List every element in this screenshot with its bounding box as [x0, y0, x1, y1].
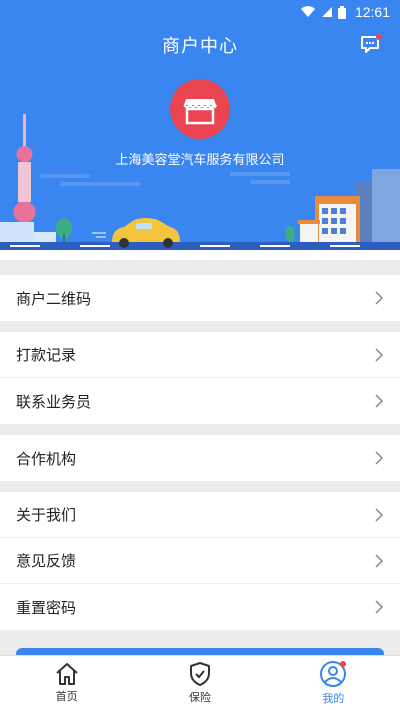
menu-item-merchant-qrcode[interactable]: 商户二维码 [0, 275, 400, 321]
menu-item-contact-salesperson[interactable]: 联系业务员 [0, 378, 400, 424]
message-button[interactable] [360, 34, 384, 56]
menu-item-payment-records[interactable]: 打款记录 [0, 332, 400, 378]
chevron-right-icon [375, 553, 384, 568]
chevron-right-icon [375, 347, 384, 362]
menu-item-label: 商户二维码 [16, 289, 92, 308]
merchant-header: 商户中心 上海美容堂汽车服务有限公司 [0, 24, 400, 260]
bottom-tab-bar: 首页 保险 我的 [0, 655, 400, 710]
city-skyline-illustration [0, 114, 400, 260]
menu-group-qrcode: 商户二维码 [0, 275, 400, 321]
home-icon [55, 663, 78, 685]
chevron-right-icon [375, 394, 384, 408]
shield-check-icon [189, 662, 210, 686]
chevron-right-icon [375, 600, 384, 614]
chevron-right-icon [375, 507, 384, 522]
menu-item-feedback[interactable]: 意见反馈 [0, 538, 400, 584]
menu-item-label: 意见反馈 [16, 552, 77, 570]
signal-icon [321, 7, 332, 17]
menu-item-reset-password[interactable]: 重置密码 [0, 584, 400, 630]
shop-icon [183, 99, 217, 125]
menu-item-label: 合作机构 [16, 449, 77, 468]
tab-label: 保险 [188, 691, 211, 704]
menu-item-about-us[interactable]: 关于我们 [0, 492, 400, 538]
chevron-right-icon [375, 291, 384, 305]
menu-item-label: 打款记录 [16, 346, 77, 364]
tab-home[interactable]: 首页 [0, 656, 133, 710]
clock: 12:61 [354, 4, 390, 20]
menu-item-label: 重置密码 [16, 598, 77, 617]
chat-bubble-icon [361, 34, 382, 53]
chevron-right-icon [375, 451, 384, 465]
merchant-logo [170, 79, 230, 139]
menu-item-label: 联系业务员 [16, 392, 92, 411]
tab-label: 我的 [322, 692, 345, 705]
tab-label: 首页 [55, 690, 78, 703]
menu-item-label: 关于我们 [16, 506, 77, 524]
menu-group-settings: 关于我们 意见反馈 重置密码 [0, 492, 400, 630]
menu-group-partners: 合作机构 [0, 435, 400, 481]
user-icon [320, 661, 347, 687]
menu-group-finance: 打款记录 联系业务员 [0, 332, 400, 424]
page-title: 商户中心 [162, 36, 238, 57]
wifi-icon [300, 6, 315, 18]
menu-item-partner-institutions[interactable]: 合作机构 [0, 435, 400, 481]
status-bar: 12:61 [0, 0, 400, 24]
tab-mine[interactable]: 我的 [267, 656, 400, 710]
merchant-name: 上海美容堂汽车服务有限公司 [115, 153, 285, 168]
tab-insurance[interactable]: 保险 [133, 656, 266, 710]
battery-icon [337, 5, 346, 19]
